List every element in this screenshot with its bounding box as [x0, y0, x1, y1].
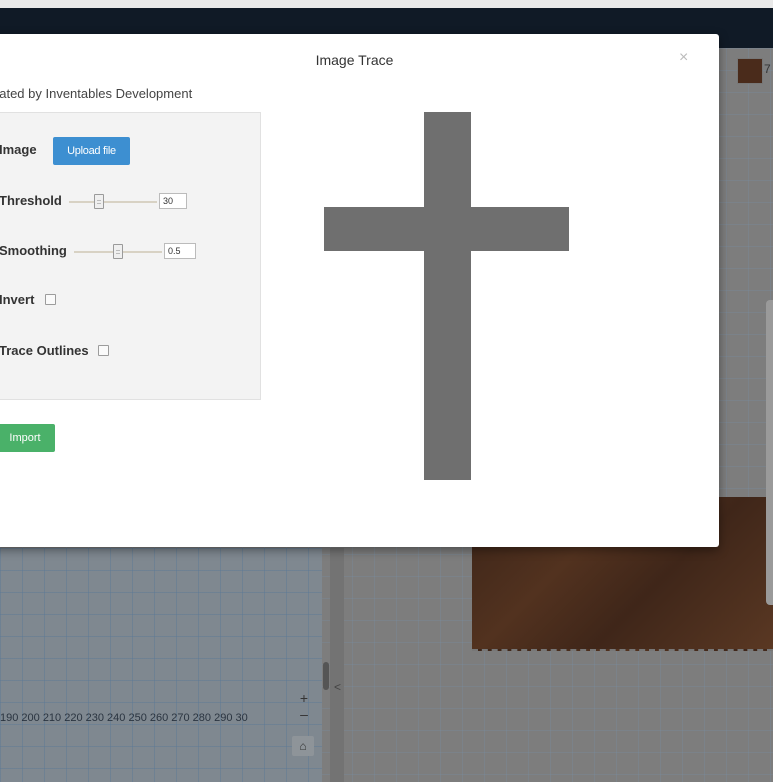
collapse-arrow-icon[interactable]: <: [334, 680, 341, 694]
trace-outlines-label: Trace Outlines: [0, 343, 89, 358]
image-label: Image: [0, 142, 37, 157]
trace-preview-image: [324, 112, 569, 480]
zoom-out-button[interactable]: –: [292, 706, 316, 722]
invert-label: Invert: [0, 292, 35, 307]
threshold-slider-track[interactable]: [69, 201, 157, 203]
smoothing-slider-handle[interactable]: [113, 244, 123, 259]
smoothing-input[interactable]: 0.5: [164, 243, 196, 259]
ruler-numbers: 190 200 210 220 230 240 250 260 270 280 …: [0, 712, 248, 724]
upload-file-button[interactable]: Upload file: [53, 137, 130, 165]
right-side-panel: [766, 300, 773, 605]
cross-shape: [324, 112, 569, 480]
modal-title: Image Trace: [315, 52, 394, 68]
threshold-label: Threshold: [0, 193, 62, 208]
scrollbar-thumb[interactable]: [323, 662, 329, 690]
panel-divider[interactable]: [330, 548, 344, 782]
threshold-input[interactable]: 30: [159, 193, 187, 209]
cross-horizontal-bar: [324, 207, 569, 251]
zoom-controls: + –: [292, 690, 316, 726]
home-icon[interactable]: ⌂: [292, 736, 314, 756]
trace-outlines-checkbox[interactable]: [98, 345, 109, 356]
browser-edge: [0, 0, 773, 8]
threshold-slider-handle[interactable]: [94, 194, 104, 209]
invert-checkbox[interactable]: [45, 294, 56, 305]
image-trace-modal: Image Trace × eated by Inventables Devel…: [0, 34, 719, 547]
author-credit: eated by Inventables Development: [0, 86, 193, 101]
import-button[interactable]: Import: [0, 424, 55, 452]
cross-vertical-bar: [424, 112, 471, 480]
bit-path-grid: [0, 548, 322, 782]
swatch-label: 7: [764, 62, 771, 76]
material-swatch[interactable]: [737, 58, 763, 84]
trace-settings-panel: Image Threshold 30 Smoothing 0.5 Invert …: [0, 112, 261, 400]
close-icon[interactable]: ×: [679, 49, 688, 67]
zoom-in-button[interactable]: +: [292, 690, 316, 706]
smoothing-label: Smoothing: [0, 243, 67, 258]
